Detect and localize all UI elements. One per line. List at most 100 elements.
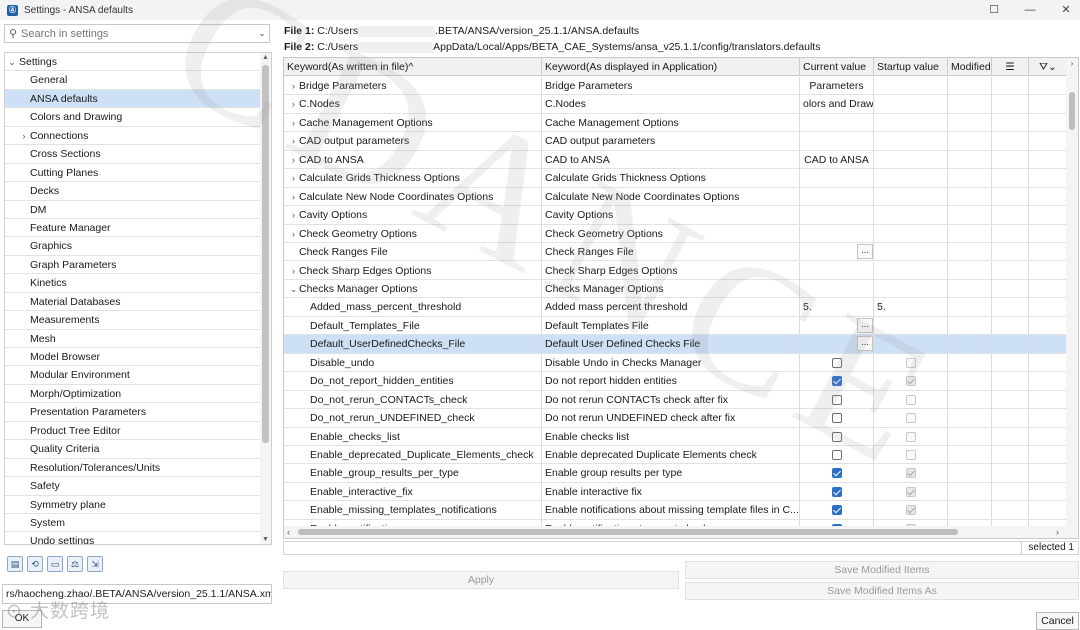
tree-item[interactable]: Safety [5,477,261,496]
header-modified[interactable]: Modified [948,58,992,76]
tree-item[interactable]: ANSA defaults [5,89,261,109]
cell-current-value[interactable]: olors and Drawin [800,95,874,114]
cell-current-value[interactable] [800,372,874,391]
grid-hscroll-thumb[interactable] [298,529,958,535]
tree-item[interactable]: Symmetry plane [5,496,261,514]
cell-current-value[interactable] [800,409,874,428]
chevron-down-icon[interactable]: ⌄ [255,28,269,39]
current-value-checkbox[interactable] [832,431,842,442]
tree-item[interactable]: Feature Manager [5,219,261,238]
settings-search[interactable]: ⚲ ⌄ [4,24,270,43]
chevron-right-icon[interactable]: › [288,151,299,169]
save-modified-as-button[interactable]: Save Modified Items As [685,582,1079,600]
grid-row[interactable]: Default_Templates_File Default Templates … [284,316,1068,336]
grid-row[interactable]: Enable_deprecated_Duplicate_Elements_che… [284,446,1068,465]
chevron-right-icon[interactable]: › [288,262,299,280]
load-icon[interactable]: ⟲ [27,556,43,572]
cell-current-value[interactable]: CAD to ANSA [800,150,874,169]
tree-item[interactable]: Cross Sections [5,145,261,164]
tree-item[interactable]: DM [5,201,261,219]
tree-item[interactable]: Graphics [5,237,261,256]
scroll-down-icon[interactable]: ▼ [260,536,271,543]
tree-scroll-thumb[interactable] [262,65,269,443]
grid-row[interactable]: › Cache Management Options Cache Managemen… [284,113,1068,133]
tree-item[interactable]: › Connections [5,127,261,146]
grid-row[interactable]: Disable_undo Disable Undo in Checks Manag… [284,353,1068,373]
cell-current-value[interactable] [800,206,874,225]
scroll-right-icon[interactable]: › [1056,526,1059,538]
cell-current-value[interactable] [800,187,874,206]
chevron-down-icon[interactable]: ⌄ [7,53,17,71]
chevron-right-icon[interactable]: › [288,225,299,243]
tree-item[interactable]: Colors and Drawing [5,108,261,127]
browse-button[interactable]: ... [857,336,873,352]
tree-item[interactable]: Material Databases [5,293,261,312]
minimize-button[interactable]: — [1012,0,1048,20]
header-filter-tools[interactable]: ⛛⌄ [1029,58,1068,76]
chevron-right-icon[interactable]: › [288,77,299,95]
tree-item[interactable]: Quality Criteria [5,440,261,459]
cancel-button[interactable]: Cancel [1036,612,1079,630]
cell-current-value[interactable] [800,279,874,298]
cell-current-value[interactable] [800,169,874,188]
grid-row[interactable]: ⌄ Checks Manager Options Checks Manager Op… [284,279,1068,299]
header-sort-tools[interactable]: ☰ [992,58,1029,76]
scroll-left-icon[interactable]: ‹ [287,526,290,538]
grid-row[interactable]: › Calculate New Node Coordinates Options C… [284,187,1068,207]
grid-row[interactable]: › Calculate Grids Thickness Options Calcul… [284,169,1068,188]
cell-current-value[interactable]: ... [800,243,874,262]
current-value-checkbox[interactable] [832,450,842,460]
tree-item[interactable]: Graph Parameters [5,256,261,275]
tree-item[interactable]: Cutting Planes [5,164,261,183]
cell-current-value[interactable] [800,113,874,132]
tree-item[interactable]: Resolution/Tolerances/Units [5,459,261,478]
cell-current-value[interactable] [800,261,874,280]
grid-row[interactable]: › Check Sharp Edges Options Check Sharp Ed… [284,261,1068,280]
chevron-right-icon[interactable]: › [288,114,299,132]
grid-row[interactable]: › CAD to ANSA CAD to ANSA CAD to ANSA [284,150,1068,170]
current-value-checkbox[interactable] [832,394,842,405]
scroll-right-icon[interactable]: › [1066,59,1078,68]
defaults-grid[interactable]: Keyword(As written in file)^ Keyword(As … [283,57,1079,539]
maximize-button[interactable]: ☐ [976,0,1012,20]
save-icon[interactable]: ▤ [7,556,23,572]
chevron-right-icon[interactable]: › [288,95,299,113]
browse-button[interactable]: ... [857,317,873,333]
header-current-value[interactable]: Current value [800,58,874,76]
cell-current-value[interactable] [800,501,874,520]
header-keyword-file[interactable]: Keyword(As written in file)^ [284,58,542,76]
cell-current-value[interactable]: Parameters [800,77,874,95]
current-value-checkbox[interactable] [832,357,842,368]
cell-current-value[interactable] [800,132,874,151]
grid-row[interactable]: Enable_interactive_fix Enable interactive… [284,482,1068,502]
grid-row[interactable]: › C.Nodes C.Nodes olors and Drawin [284,95,1068,114]
grid-row[interactable]: Enable_missing_templates_notifications En… [284,501,1068,520]
tree-item[interactable]: ⌄ Settings [5,53,261,72]
header-keyword-app[interactable]: Keyword(As displayed in Application) [542,58,800,76]
tree-item[interactable]: Presentation Parameters [5,403,261,422]
filter-icon[interactable]: ⛛ [1039,61,1048,73]
current-value-checkbox[interactable] [832,468,842,479]
tree-item[interactable]: Model Browser [5,348,261,367]
cell-current-value[interactable] [800,390,874,409]
chevron-right-icon[interactable]: › [19,127,29,145]
current-value-checkbox[interactable] [832,505,842,516]
current-value-checkbox[interactable] [832,376,842,387]
tree-item[interactable]: Product Tree Editor [5,422,261,441]
cell-current-value[interactable]: ... [800,316,874,335]
grid-row[interactable]: Default_UserDefinedChecks_File Default Us… [284,335,1068,354]
tree-item[interactable]: Morph/Optimization [5,385,261,404]
current-value-checkbox[interactable] [832,486,842,497]
tree-item[interactable]: General [5,71,261,90]
save-modified-button[interactable]: Save Modified Items [685,561,1079,579]
current-value-checkbox[interactable] [832,413,842,424]
grid-row[interactable]: › CAD output parameters CAD output paramet… [284,132,1068,151]
grid-vertical-scrollbar[interactable]: › [1066,58,1078,538]
grid-vscroll-thumb[interactable] [1069,92,1075,130]
compare-icon[interactable]: ⚖ [67,556,83,572]
close-button[interactable]: ✕ [1048,0,1080,20]
chevron-right-icon[interactable]: › [288,169,299,187]
grid-row[interactable]: Added_mass_percent_threshold Added mass p… [284,298,1068,317]
grid-row[interactable]: Check Ranges File Check Ranges File... [284,243,1068,262]
header-startup-value[interactable]: Startup value [874,58,948,76]
